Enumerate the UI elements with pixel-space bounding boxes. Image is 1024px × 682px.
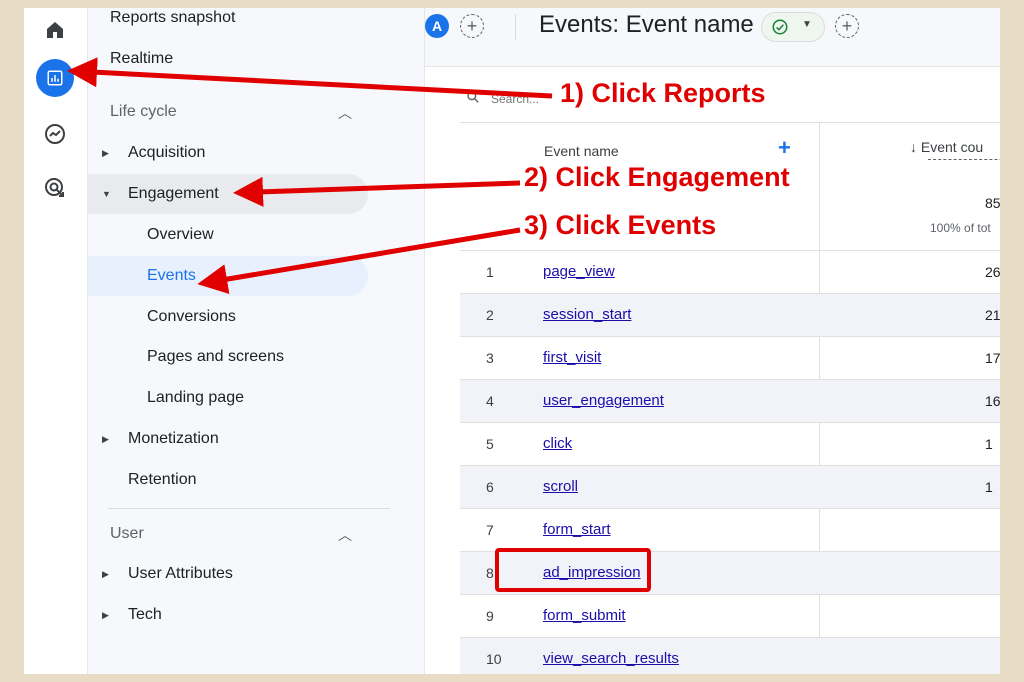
add-comparison-icon[interactable]: + — [460, 14, 484, 38]
add-filter-icon[interactable]: + — [835, 14, 859, 38]
row-index: 5 — [486, 436, 494, 452]
table-row: 4 user_engagement 16 — [460, 380, 1000, 423]
row-index: 7 — [486, 522, 494, 538]
total-event-count: 85 — [985, 195, 1000, 211]
add-dimension-icon[interactable]: + — [778, 135, 791, 161]
advertising-icon[interactable] — [35, 168, 75, 208]
home-icon[interactable] — [35, 10, 75, 50]
row-index: 8 — [486, 565, 494, 581]
nav-user-attributes-label: User Attributes — [128, 565, 233, 582]
nav-divider — [108, 508, 390, 509]
check-circle-icon — [772, 19, 788, 35]
table-search-input[interactable] — [489, 88, 563, 110]
report-header: A + Events: Event name ▼ + — [425, 8, 1000, 67]
total-percentage: 100% of tot — [930, 221, 991, 235]
event-count-cell: 21 — [985, 307, 1000, 323]
reports-nav: Reports snapshot Realtime Life cycle ︿ ▶… — [88, 8, 425, 674]
event-count-cell: 17 — [985, 350, 1000, 366]
nav-item-overview[interactable]: Overview — [88, 215, 368, 255]
comparison-avatar[interactable]: A — [425, 14, 449, 38]
caret-down-icon: ▼ — [102, 189, 111, 199]
nav-item-monetization[interactable]: ▶ Monetization — [88, 419, 368, 459]
row-index: 3 — [486, 350, 494, 366]
event-name-link[interactable]: scroll — [543, 478, 578, 495]
nav-item-conversions[interactable]: Conversions — [88, 297, 368, 337]
table-row: 3 first_visit 17 — [460, 337, 1000, 380]
caret-right-icon: ▶ — [102, 434, 109, 444]
caret-right-icon: ▶ — [102, 610, 109, 620]
caret-right-icon: ▶ — [102, 148, 109, 158]
event-name-link[interactable]: view_search_results — [543, 650, 679, 667]
event-name-link[interactable]: session_start — [543, 306, 631, 323]
table-row: 6 scroll 1 — [460, 466, 1000, 509]
event-name-link[interactable]: page_view — [543, 263, 615, 280]
event-name-link[interactable]: form_start — [543, 521, 611, 538]
icon-rail — [24, 8, 88, 674]
event-name-link[interactable]: user_engagement — [543, 392, 664, 409]
nav-monetization-label: Monetization — [128, 430, 219, 447]
ad-impression-highlight — [495, 548, 651, 592]
table-row: 7 form_start — [460, 509, 1000, 552]
nav-landing-label: Landing page — [147, 389, 244, 406]
dropdown-arrow-icon: ▼ — [802, 19, 812, 30]
caret-right-icon: ▶ — [102, 569, 109, 579]
nav-item-retention[interactable]: Retention — [88, 460, 368, 500]
table-row: 1 page_view 26 — [460, 251, 1000, 294]
event-name-link[interactable]: form_submit — [543, 607, 626, 624]
nav-item-tech[interactable]: ▶ Tech — [88, 595, 368, 635]
row-index: 1 — [486, 264, 494, 280]
event-count-cell: 1 — [985, 479, 993, 495]
row-index: 9 — [486, 608, 494, 624]
annotation-step-2: 2) Click Engagement — [524, 162, 790, 192]
status-chip[interactable]: ▼ — [761, 12, 825, 42]
user-label: User — [110, 525, 144, 542]
nav-reports-snapshot[interactable]: Reports snapshot — [110, 8, 235, 38]
row-index: 4 — [486, 393, 494, 409]
nav-realtime[interactable]: Realtime — [110, 39, 173, 79]
chevron-up-icon: ︿ — [338, 527, 352, 543]
nav-engagement-label: Engagement — [128, 185, 219, 202]
row-index: 2 — [486, 307, 494, 323]
table-row: 2 session_start 21 — [460, 294, 1000, 337]
page-title: Events: Event name — [539, 11, 754, 38]
column-header-underline — [928, 159, 1000, 160]
nav-item-user-attributes[interactable]: ▶ User Attributes — [88, 554, 368, 594]
explore-icon[interactable] — [35, 114, 75, 154]
lifecycle-label: Life cycle — [110, 103, 177, 120]
event-name-link[interactable]: click — [543, 435, 572, 452]
chevron-up-icon: ︿ — [338, 105, 352, 121]
event-count-cell: 1 — [985, 436, 993, 452]
nav-item-pages-and-screens[interactable]: Pages and screens — [88, 337, 368, 377]
annotation-step-1: 1) Click Reports — [560, 78, 766, 108]
nav-acquisition-label: Acquisition — [128, 144, 206, 161]
event-count-cell: 26 — [985, 264, 1000, 280]
table-row: 5 click 1 — [460, 423, 1000, 466]
nav-item-engagement[interactable]: ▼ Engagement — [88, 174, 368, 214]
nav-overview-label: Overview — [147, 226, 214, 243]
table-row: 9 form_submit — [460, 595, 1000, 638]
nav-pages-label: Pages and screens — [147, 348, 284, 365]
annotation-step-3: 3) Click Events — [524, 210, 717, 240]
nav-item-landing-page[interactable]: Landing page — [88, 378, 368, 418]
nav-item-acquisition[interactable]: ▶ Acquisition — [88, 133, 368, 173]
nav-retention-label: Retention — [128, 471, 197, 488]
lifecycle-section-header[interactable]: Life cycle ︿ — [88, 92, 390, 132]
table-row: 10 view_search_results — [460, 638, 1000, 674]
column-header-event-name[interactable]: Event name — [544, 143, 619, 159]
reports-icon[interactable] — [36, 59, 74, 97]
column-header-event-count[interactable]: ↓ Event cou — [910, 139, 983, 155]
nav-tech-label: Tech — [128, 606, 162, 623]
event-name-link[interactable]: first_visit — [543, 349, 601, 366]
user-section-header[interactable]: User ︿ — [88, 514, 390, 554]
nav-events-label: Events — [147, 267, 196, 284]
search-icon — [467, 91, 479, 103]
nav-item-events[interactable]: Events — [88, 256, 368, 296]
nav-conversions-label: Conversions — [147, 308, 236, 325]
row-index: 6 — [486, 479, 494, 495]
header-divider — [515, 14, 516, 40]
row-index: 10 — [486, 651, 502, 667]
event-count-cell: 16 — [985, 393, 1000, 409]
